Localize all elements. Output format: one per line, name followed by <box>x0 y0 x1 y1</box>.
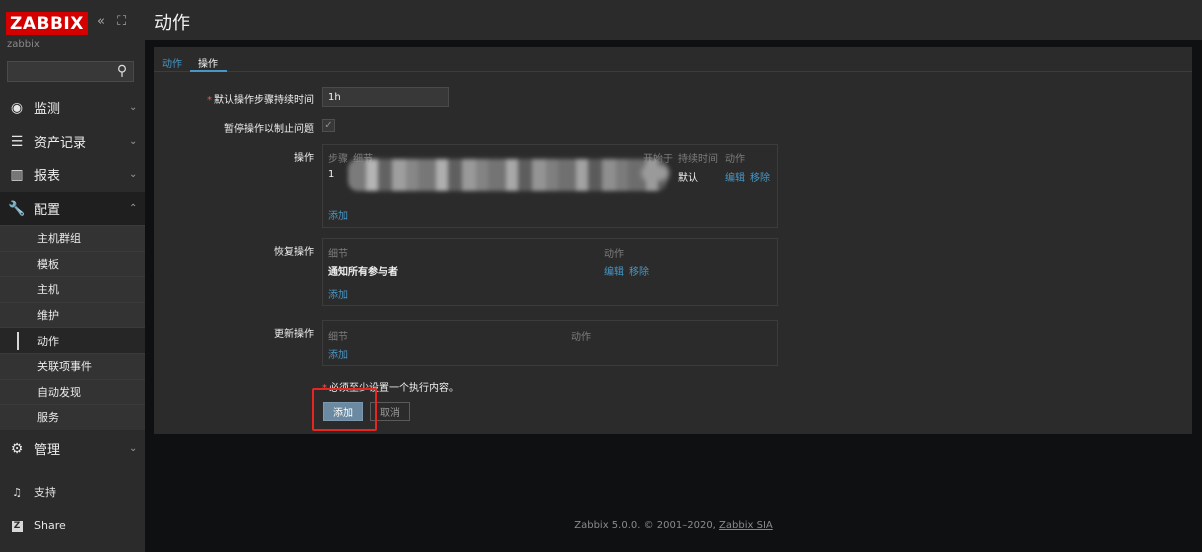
brand-icons: « ⛶ <box>97 14 134 29</box>
menu-label: 配置 <box>34 203 61 218</box>
chevron-down-icon: ⌄ <box>129 169 138 180</box>
share-link[interactable]: Z Share <box>0 511 145 539</box>
configuration-submenu: 主机群组 模板 主机 维护 动作 关联项事件 自动发现 服务 <box>0 225 145 430</box>
col-details: 细节 <box>328 332 348 343</box>
submenu-hosts[interactable]: 主机 <box>0 276 145 302</box>
menu-configuration[interactable]: 🔧 配置 ⌃ <box>0 192 145 225</box>
tab-bar: 动作 操作 <box>154 47 1192 72</box>
submenu-actions[interactable]: 动作 <box>0 327 145 353</box>
share-logo: Z <box>11 521 23 532</box>
collapse-sidebar-icon[interactable]: « <box>97 14 105 29</box>
share-label: Share <box>34 518 66 532</box>
search-icon[interactable]: ⚲ <box>114 63 130 79</box>
operation-duration: 默认 <box>678 173 698 184</box>
submenu-maintenance[interactable]: 维护 <box>0 301 145 328</box>
recovery-table: 细节 动作 通知所有参与者 编辑 移除 添加 <box>322 238 778 306</box>
eye-icon: ◉ <box>10 99 24 116</box>
submenu-discovery[interactable]: 自动发现 <box>0 378 145 405</box>
zabbix-logo[interactable]: ZABBIX <box>6 12 88 35</box>
operations-label: 操作 <box>294 153 314 164</box>
operations-add-link[interactable]: 添加 <box>328 207 348 222</box>
support-link[interactable]: ♫ 支持 <box>0 478 145 506</box>
chevron-down-icon: ⌄ <box>129 102 138 113</box>
recovery-edit-link[interactable]: 编辑 <box>604 263 624 278</box>
gear-icon: ⚙ <box>10 440 24 457</box>
kiosk-mode-icon[interactable]: ⛶ <box>117 14 126 29</box>
col-duration: 持续时间 <box>678 154 718 165</box>
pause-checkbox[interactable]: ✓ <box>322 119 335 132</box>
operation-step: 1 <box>328 169 335 180</box>
redacted-start <box>641 165 669 181</box>
footer-text: Zabbix 5.0.0. © 2001–2020, <box>574 520 720 531</box>
chevron-up-icon: ⌃ <box>129 203 138 214</box>
pause-label: 暂停操作以制止问题 <box>224 124 314 135</box>
zabbix-page: ZABBIX « ⛶ zabbix ⚲ ◉ 监测 ⌄ ☰ 资产记录 ⌄ ▥ 报表… <box>0 0 1202 552</box>
sidebar: ZABBIX « ⛶ zabbix ⚲ ◉ 监测 ⌄ ☰ 资产记录 ⌄ ▥ 报表… <box>0 0 145 552</box>
support-label: 支持 <box>34 486 56 499</box>
label-text: 默认操作步骤持续时间 <box>214 95 314 106</box>
submenu-templates[interactable]: 模板 <box>0 250 145 277</box>
redacted-details <box>348 159 667 191</box>
col-action: 动作 <box>725 154 745 165</box>
menu-administration[interactable]: ⚙ 管理 ⌄ <box>0 432 145 465</box>
col-details: 细节 <box>328 249 348 260</box>
operation-remove-link[interactable]: 移除 <box>750 169 770 184</box>
menu-label: 报表 <box>34 169 61 184</box>
required-mark: * <box>207 95 212 106</box>
menu-reports[interactable]: ▥ 报表 ⌄ <box>0 158 145 191</box>
recovery-remove-link[interactable]: 移除 <box>629 263 649 278</box>
col-action: 动作 <box>571 332 591 343</box>
company-link[interactable]: Zabbix SIA <box>719 520 773 531</box>
operation-edit-link[interactable]: 编辑 <box>725 169 745 184</box>
menu-label: 资产记录 <box>34 136 87 151</box>
share-icon: Z <box>0 518 34 532</box>
page-header: 动作 <box>145 0 1202 40</box>
server-name: zabbix <box>7 39 40 50</box>
action-form-panel: 动作 操作 *默认操作步骤持续时间 暂停操作以制止问题 ✓ 操作 步骤 细节 开… <box>154 47 1192 434</box>
chevron-down-icon: ⌄ <box>129 443 138 454</box>
tab-action[interactable]: 动作 <box>162 55 182 70</box>
page-footer: Zabbix 5.0.0. © 2001–2020, Zabbix SIA <box>145 520 1202 531</box>
recovery-details: 通知所有参与者 <box>328 267 398 278</box>
update-table: 细节 动作 添加 <box>322 320 778 366</box>
page-title: 动作 <box>154 13 190 34</box>
col-steps: 步骤 <box>328 154 348 165</box>
col-action: 动作 <box>604 249 624 260</box>
submenu-host-groups[interactable]: 主机群组 <box>0 225 145 251</box>
search-input[interactable]: ⚲ <box>7 61 134 82</box>
update-add-link[interactable]: 添加 <box>328 346 348 361</box>
submenu-services[interactable]: 服务 <box>0 404 145 430</box>
tab-operations[interactable]: 操作 <box>198 55 218 70</box>
menu-label: 管理 <box>34 443 61 458</box>
chevron-down-icon: ⌄ <box>129 136 138 147</box>
bar-chart-icon: ▥ <box>10 166 24 183</box>
recovery-label: 恢复操作 <box>274 247 314 258</box>
menu-label: 监测 <box>34 102 61 117</box>
brand: ZABBIX <box>6 12 88 35</box>
submenu-event-correlation[interactable]: 关联项事件 <box>0 352 145 379</box>
wrench-icon: 🔧 <box>8 200 26 217</box>
highlight-box <box>312 388 377 431</box>
operations-table: 步骤 细节 开始于 持续时间 动作 1 默认 编辑 移除 添加 <box>322 144 778 228</box>
default-duration-label: * 默认操作步骤持续时间 <box>207 91 314 106</box>
recovery-add-link[interactable]: 添加 <box>328 286 348 301</box>
active-tab-indicator <box>190 70 227 72</box>
headset-icon: ♫ <box>12 485 22 499</box>
menu-inventory[interactable]: ☰ 资产记录 ⌄ <box>0 125 145 158</box>
update-label: 更新操作 <box>274 329 314 340</box>
menu-monitoring[interactable]: ◉ 监测 ⌄ <box>0 91 145 124</box>
default-duration-input[interactable] <box>322 87 449 107</box>
list-icon: ☰ <box>10 133 24 150</box>
